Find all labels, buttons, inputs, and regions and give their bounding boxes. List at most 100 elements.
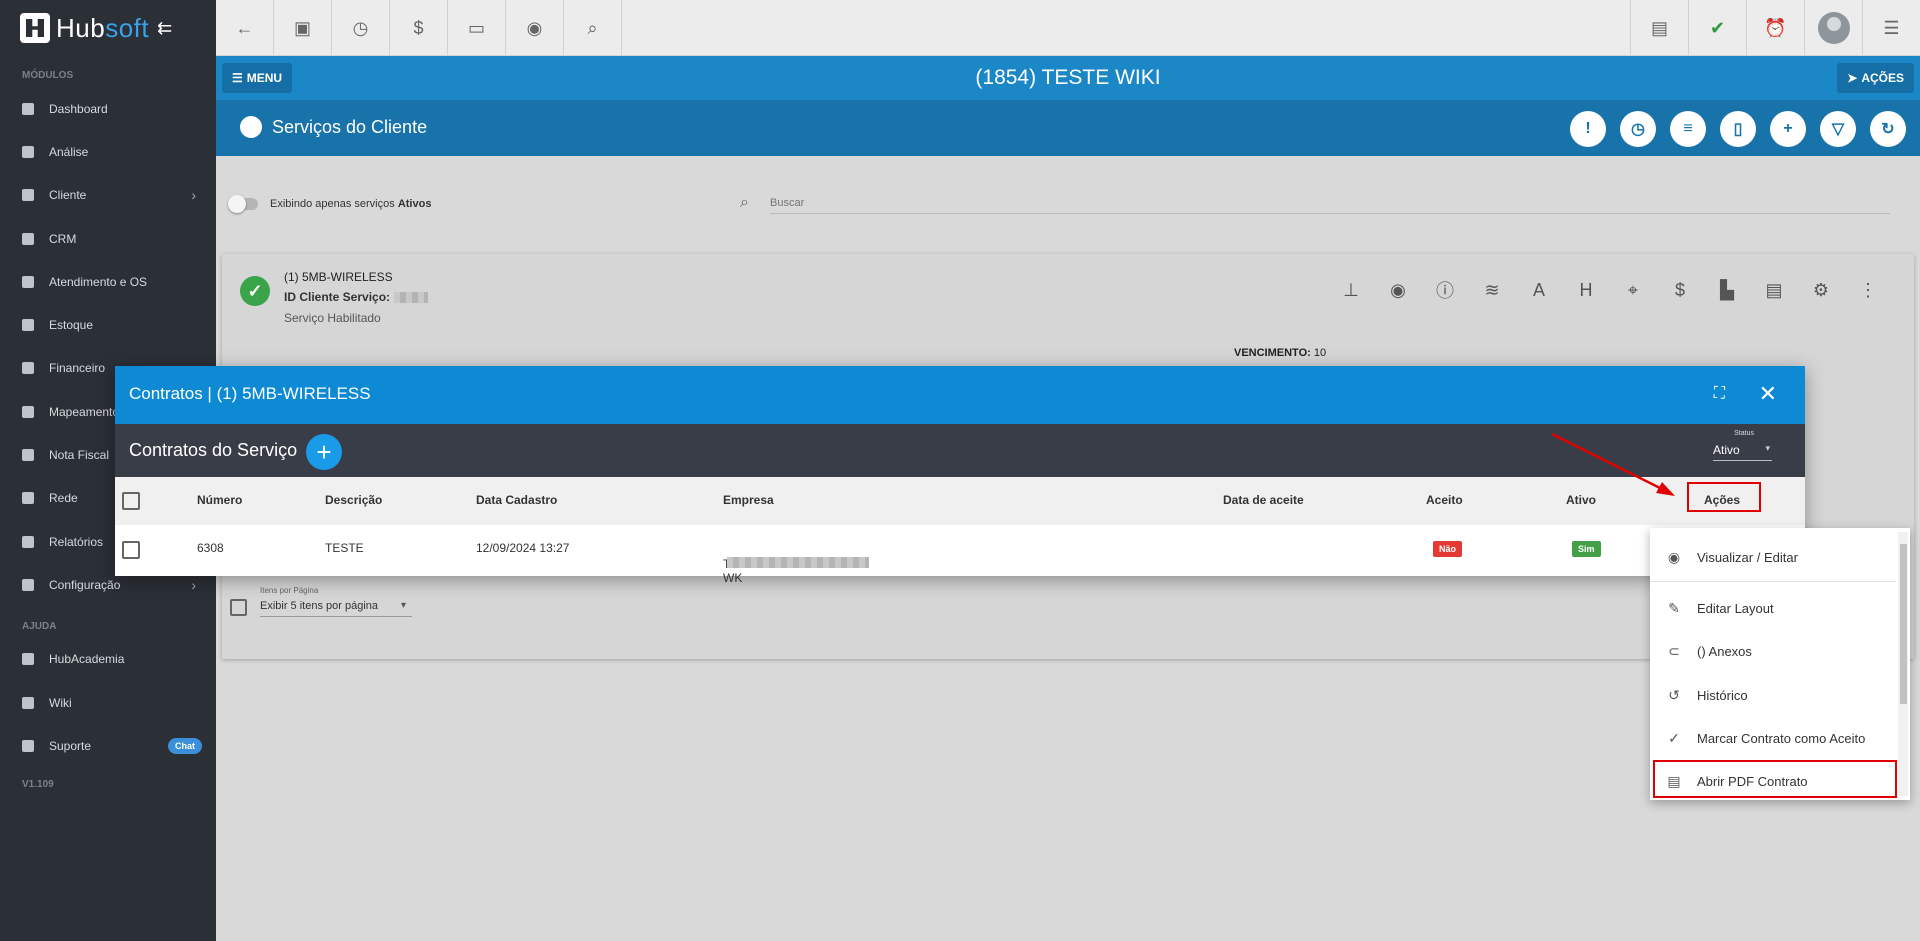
finance-button[interactable]: $ (390, 0, 448, 56)
filter-button[interactable]: ▽ (1820, 111, 1856, 147)
actions-button[interactable]: ➤ AÇÕES (1837, 63, 1914, 93)
calendar-button[interactable]: ◷ (332, 0, 390, 56)
alarm-button[interactable]: ⏰ (1746, 0, 1804, 56)
sidebar-item-suporte[interactable]: Suporte Chat (0, 724, 216, 767)
refresh-button[interactable]: ↻ (1870, 111, 1906, 147)
back-button[interactable]: ← (216, 0, 274, 56)
menu-item-anexos[interactable]: ⊂() Anexos (1650, 630, 1896, 672)
dropdown-scrollbar[interactable] (1898, 532, 1908, 796)
spellcheck-icon[interactable]: A (1525, 276, 1553, 304)
cell-descricao: TESTE (325, 541, 364, 555)
gear-icon (22, 578, 34, 591)
col-numero[interactable]: Número (197, 493, 242, 507)
items-per-page-select[interactable]: Exibir 5 itens por página (260, 600, 412, 617)
section-modules: MÓDULOS (22, 70, 74, 81)
receipt-icon (22, 449, 34, 462)
sidebar-item-label: CRM (49, 231, 77, 246)
view-button[interactable]: ◉ (506, 0, 564, 56)
calendar-clock-icon: ◷ (1631, 121, 1645, 138)
menu-item-editar-layout[interactable]: ✎ Editar Layout (1650, 587, 1896, 629)
close-icon[interactable]: ✕ (1759, 381, 1777, 407)
gear-icon[interactable]: ⚙ (1807, 276, 1835, 304)
document-button[interactable]: ▯ (1720, 111, 1756, 147)
col-ativo[interactable]: Ativo (1566, 493, 1596, 507)
more-vert-icon[interactable]: ⋮ (1854, 276, 1882, 304)
select-all-checkbox[interactable] (230, 599, 247, 616)
add-service-button[interactable]: + (1770, 111, 1806, 147)
collapse-sidebar-icon[interactable]: ⇇ (157, 18, 172, 39)
col-descricao[interactable]: Descrição (325, 493, 382, 507)
list-menu-button[interactable]: ☰ (1862, 0, 1920, 56)
sidebar-item-label: Mapeamento (49, 404, 120, 419)
services-header: Serviços do Cliente ! ◷ ≡ ▯ + ▽ ↻ (216, 100, 1920, 156)
terminal-button[interactable]: ▭ (448, 0, 506, 56)
pdf-icon: ▤ (1650, 17, 1668, 38)
header-checkbox[interactable] (122, 492, 140, 510)
chart-icon[interactable]: ▙ (1713, 276, 1741, 304)
actions-label: AÇÕES (1861, 71, 1904, 85)
menu-item-marcar-aceito[interactable]: ✓ Marcar Contrato como Aceito (1650, 717, 1896, 759)
info-icon[interactable]: ⓘ (1431, 276, 1459, 304)
sidebar-item-label: Estoque (49, 318, 94, 333)
brand-logo[interactable]: Hubsoft ⇇ (0, 0, 216, 56)
menu-item-visualizar-editar[interactable]: ◉ Visualizar / Editar (1650, 536, 1896, 578)
user-menu-button[interactable] (1804, 0, 1862, 56)
heading-icon[interactable]: H (1572, 276, 1600, 304)
pdf-button[interactable]: ▤ (1630, 0, 1688, 56)
row-checkbox[interactable] (122, 541, 140, 559)
acoes-highlight (1687, 482, 1761, 512)
messages-button[interactable]: ✔ (1688, 0, 1746, 56)
sidebar-item-atendimento[interactable]: Atendimento e OS (0, 260, 216, 303)
support-icon (22, 739, 34, 752)
crm-icon (22, 232, 34, 245)
table-row[interactable]: 6308 TESTE 12/09/2024 13:27 TESTE WK Não… (115, 525, 1805, 585)
eye-icon[interactable]: ◉ (1384, 276, 1412, 304)
add-contract-button[interactable]: + (306, 434, 342, 470)
sidebar-item-crm[interactable]: CRM (0, 217, 216, 260)
status-select[interactable]: Ativo (1713, 443, 1772, 461)
schedule-button[interactable]: ◷ (1620, 111, 1656, 147)
sidebar-item-estoque[interactable]: Estoque (0, 303, 216, 346)
chat-badge[interactable]: Chat (168, 737, 202, 754)
location-icon[interactable]: ⌖ (1619, 276, 1647, 304)
service-id: ID Cliente Serviço: (284, 290, 429, 304)
client-card-button[interactable]: ▣ (274, 0, 332, 56)
sidebar-item-cliente[interactable]: Cliente › (0, 174, 216, 217)
list-button[interactable]: ≡ (1670, 111, 1706, 147)
chevron-right-icon: › (191, 576, 196, 593)
col-data-aceite[interactable]: Data de aceite (1223, 493, 1304, 507)
sidebar-item-wiki[interactable]: Wiki (0, 681, 216, 724)
alert-button[interactable]: ! (1570, 111, 1606, 147)
chevron-right-icon: › (191, 187, 196, 204)
fullscreen-icon[interactable]: ⛶ (1714, 385, 1725, 403)
wiki-icon (22, 696, 34, 709)
alarm-icon: ⏰ (1764, 17, 1787, 38)
menu-item-historico[interactable]: ↺ Histórico (1650, 674, 1896, 716)
aceito-badge: Não (1433, 541, 1463, 557)
sidebar-item-dashboard[interactable]: Dashboard (0, 87, 216, 130)
scroll-thumb[interactable] (1900, 544, 1907, 704)
sidebar-item-label: Configuração (49, 577, 121, 592)
col-aceito[interactable]: Aceito (1426, 493, 1463, 507)
dollar-icon[interactable]: $ (1666, 276, 1694, 304)
eye-icon: ◉ (526, 17, 543, 38)
wifi-icon[interactable]: ≋ (1478, 276, 1506, 304)
sidebar-item-analise[interactable]: Análise (0, 130, 216, 173)
active-only-toggle[interactable] (228, 195, 258, 213)
sidebar-item-label: Nota Fiscal (49, 448, 110, 463)
menu-divider (1650, 581, 1896, 582)
search-button[interactable]: ⌕ (564, 0, 622, 56)
search-input[interactable] (770, 192, 1890, 214)
sidebar-item-hubacademia[interactable]: HubAcademia (0, 638, 216, 681)
toggle-label: Exibindo apenas serviços Ativos (270, 198, 432, 210)
ativo-badge: Sim (1572, 541, 1601, 557)
pdf-highlight (1653, 760, 1897, 798)
terminal-icon: ▭ (467, 17, 485, 38)
col-empresa[interactable]: Empresa (723, 493, 774, 507)
table-header: Número Descrição Data Cadastro Empresa D… (115, 477, 1805, 525)
note-icon[interactable]: ▤ (1760, 276, 1788, 304)
sitemap-icon[interactable]: ⊥ (1337, 276, 1365, 304)
calendar-clock-icon: ◷ (352, 17, 369, 38)
col-data-cadastro[interactable]: Data Cadastro (476, 493, 557, 507)
contracts-modal: Contratos | (1) 5MB-WIRELESS ⛶ ✕ Contrat… (115, 366, 1805, 585)
